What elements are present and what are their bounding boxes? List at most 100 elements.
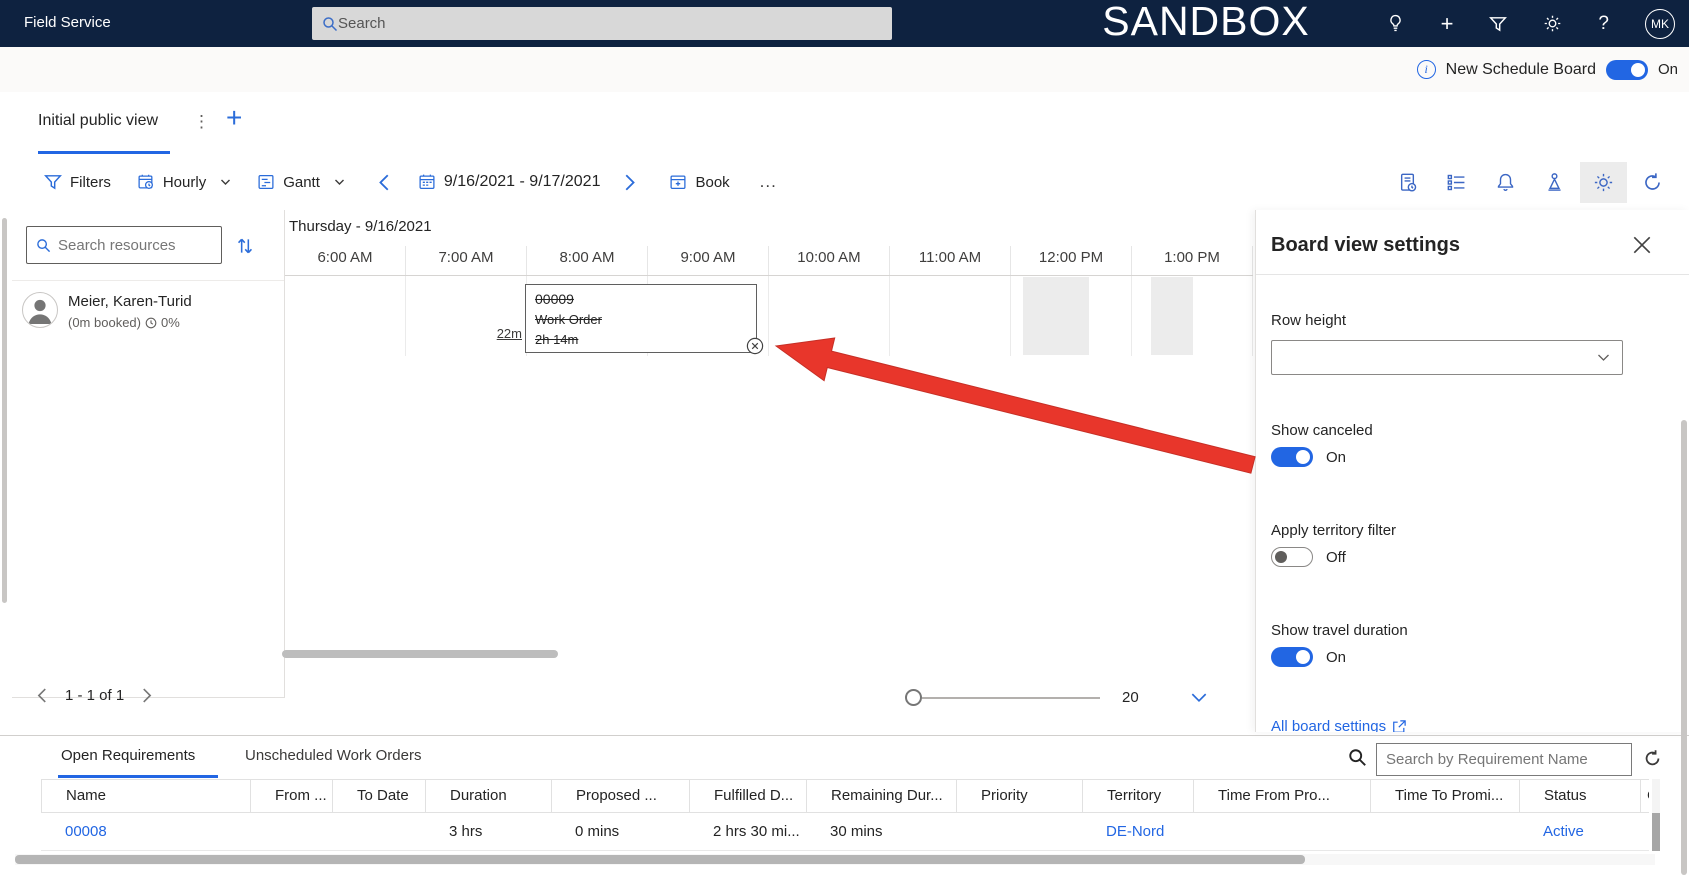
user-avatar[interactable]: MK	[1645, 8, 1675, 39]
table-vertical-scrollbar[interactable]	[1652, 813, 1660, 851]
travel-duration-label: Show travel duration	[1271, 622, 1408, 639]
column-header-priority[interactable]: Priority	[957, 780, 1083, 812]
column-header-proposed[interactable]: Proposed ...	[552, 780, 690, 812]
resource-search-box[interactable]	[26, 226, 222, 264]
calendar-icon	[418, 173, 436, 191]
column-header-name[interactable]: Name	[42, 780, 251, 812]
book-calendar-plus-icon	[669, 173, 687, 191]
row-height-select[interactable]	[1271, 340, 1623, 375]
pagination-label: 1 - 1 of 1	[65, 687, 125, 704]
filters-button[interactable]: Filters	[44, 173, 111, 191]
zoom-value: 20	[1122, 689, 1139, 706]
requirement-name-link[interactable]: 00008	[65, 823, 107, 840]
column-header-time-from[interactable]: Time From Pro...	[1194, 780, 1371, 812]
environment-name: SANDBOX	[1102, 0, 1310, 44]
column-header-territory[interactable]: Territory	[1083, 780, 1194, 812]
hour-label: 8:00 AM	[527, 246, 648, 275]
zoom-slider-track[interactable]	[922, 696, 1100, 699]
page-scrollbar[interactable]	[1681, 420, 1687, 875]
zoom-slider[interactable]: 20	[905, 689, 1207, 706]
table-row[interactable]: 00008 3 hrs 0 mins 2 hrs 30 mi... 30 min…	[41, 813, 1649, 851]
new-schedule-board-toggle[interactable]	[1605, 59, 1648, 80]
info-icon[interactable]: i	[1416, 60, 1436, 79]
territory-filter-label: Apply territory filter	[1271, 522, 1397, 539]
resource-panel: Meier, Karen-Turid (0m booked) 0%	[12, 210, 285, 698]
day-header: Thursday - 9/16/2021	[289, 218, 432, 235]
view-tabs-row: Initial public view ⋮ +	[0, 92, 1689, 154]
active-tab-underline	[58, 775, 218, 778]
date-range-picker[interactable]: 9/16/2021 - 9/17/2021	[418, 173, 600, 191]
hour-label: 10:00 AM	[769, 246, 890, 275]
schedule-board: Meier, Karen-Turid (0m booked) 0% Thursd…	[0, 210, 1255, 735]
list-view-icon[interactable]	[1446, 172, 1467, 193]
notifications-bell-icon[interactable]	[1495, 172, 1516, 193]
requirements-table-header: Name From ... To Date Duration Proposed …	[41, 779, 1649, 813]
booking-card[interactable]: 00009 Work Order 2h 14m	[525, 284, 757, 353]
requirement-search-input[interactable]	[1386, 751, 1622, 768]
cell-proposed: 0 mins	[575, 823, 620, 840]
tab-open-requirements[interactable]: Open Requirements	[61, 747, 195, 764]
refresh-board-icon[interactable]	[1642, 172, 1663, 193]
book-button[interactable]: Book	[669, 173, 730, 191]
zoom-slider-knob[interactable]	[905, 689, 922, 706]
add-tab-button[interactable]: +	[226, 102, 242, 134]
grid-horizontal-scrollbar[interactable]	[282, 650, 558, 658]
sort-icon[interactable]	[236, 236, 254, 256]
overflow-menu-button[interactable]: ...	[760, 172, 777, 192]
new-schedule-board-label: New Schedule Board	[1445, 60, 1596, 78]
pagination-prev-icon[interactable]	[36, 688, 47, 703]
table-horizontal-scrollbar[interactable]	[15, 855, 1305, 864]
prev-date-chevron-left-icon[interactable]	[377, 174, 390, 191]
time-scale-dropdown[interactable]: Hourly	[137, 173, 231, 191]
territory-filter-toggle[interactable]	[1271, 547, 1313, 567]
clock-icon	[145, 317, 157, 329]
all-board-settings-link[interactable]: All board settings	[1271, 718, 1406, 732]
board-vertical-scrollbar[interactable]	[2, 218, 7, 603]
column-header-fulfilled[interactable]: Fulfilled D...	[690, 780, 807, 812]
funnel-icon	[44, 173, 62, 191]
status-link[interactable]: Active	[1543, 823, 1584, 840]
map-pin-icon[interactable]	[1544, 172, 1565, 193]
column-header-from[interactable]: From ...	[251, 780, 333, 812]
resource-search-input[interactable]	[58, 236, 212, 254]
cancel-booking-icon[interactable]	[746, 337, 764, 355]
chevron-down-icon	[1597, 354, 1610, 362]
tab-initial-public-view[interactable]: Initial public view	[38, 112, 158, 130]
column-header-to-date[interactable]: To Date	[333, 780, 426, 812]
resource-schedule-row[interactable]	[285, 276, 1253, 356]
new-schedule-board-state: On	[1657, 61, 1678, 78]
settings-gear-icon[interactable]	[1543, 14, 1562, 33]
help-icon[interactable]: ?	[1598, 14, 1609, 33]
global-search-input[interactable]	[338, 15, 882, 32]
tab-more-icon[interactable]: ⋮	[193, 112, 210, 132]
column-header-remaining[interactable]: Remaining Dur...	[807, 780, 957, 812]
tab-unscheduled-work-orders[interactable]: Unscheduled Work Orders	[245, 747, 421, 764]
quick-create-plus-icon[interactable]: +	[1441, 12, 1454, 35]
show-canceled-toggle[interactable]	[1271, 447, 1313, 467]
search-icon	[1348, 748, 1367, 767]
view-type-dropdown[interactable]: Gantt	[257, 173, 345, 191]
territory-link[interactable]: DE-Nord	[1106, 823, 1164, 840]
travel-duration-toggle[interactable]	[1271, 647, 1313, 667]
close-icon[interactable]	[1633, 236, 1651, 254]
resource-name[interactable]: Meier, Karen-Turid	[68, 293, 192, 310]
lightbulb-icon[interactable]	[1386, 14, 1405, 33]
divider	[12, 280, 284, 281]
column-header-clipped[interactable]: C	[1641, 780, 1649, 812]
global-search-box[interactable]	[312, 7, 892, 40]
zoom-chevron-down-icon[interactable]	[1191, 693, 1207, 703]
requirement-search-box[interactable]	[1376, 743, 1632, 776]
next-date-chevron-right-icon[interactable]	[624, 174, 637, 191]
cell-fulfilled: 2 hrs 30 mi...	[713, 823, 800, 840]
column-header-duration[interactable]: Duration	[426, 780, 552, 812]
filter-icon[interactable]	[1489, 15, 1508, 33]
requirement-panel-icon[interactable]	[1397, 172, 1418, 193]
settings-panel-title: Board view settings	[1271, 234, 1460, 256]
column-header-status[interactable]: Status	[1520, 780, 1641, 812]
column-header-time-to[interactable]: Time To Promi...	[1371, 780, 1520, 812]
show-canceled-state: On	[1326, 448, 1347, 466]
refresh-icon[interactable]	[1643, 749, 1662, 768]
board-settings-gear-button[interactable]	[1580, 161, 1627, 203]
booking-duration: 2h 14m	[535, 331, 579, 347]
pagination-next-icon[interactable]	[142, 688, 153, 703]
